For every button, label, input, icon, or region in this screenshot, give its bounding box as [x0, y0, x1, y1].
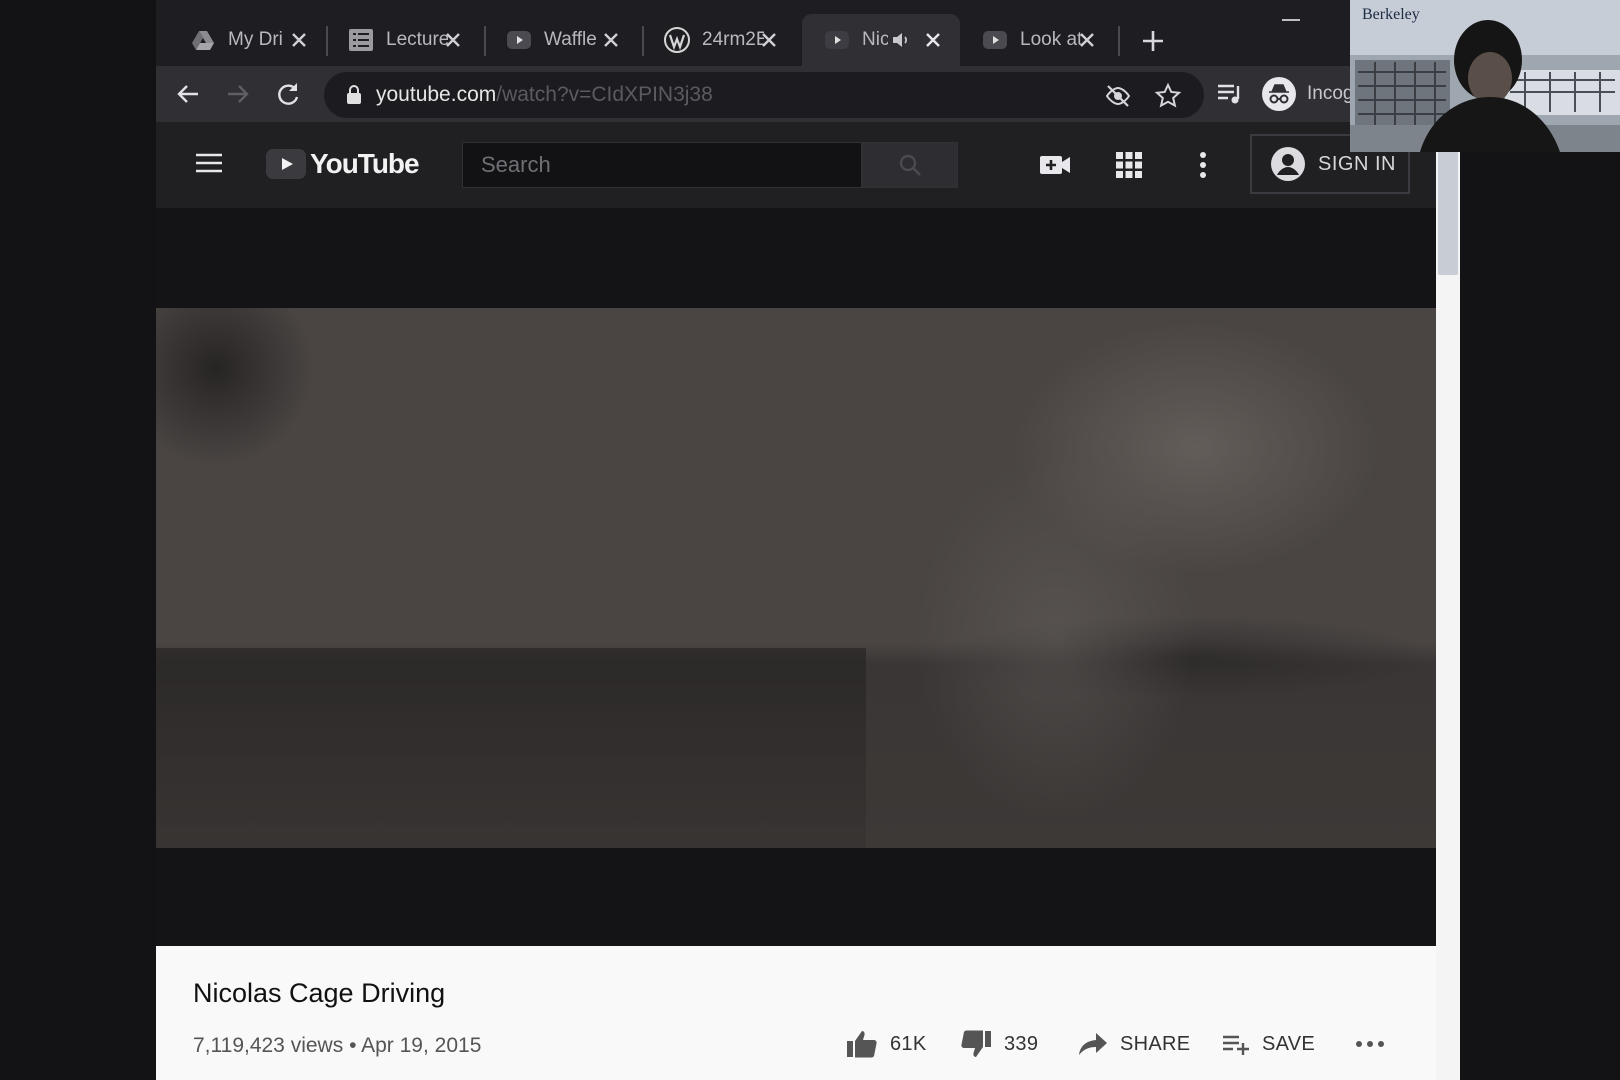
browser-toolbar: youtube.com/watch?v=CIdXPIN3j38 Incog: [156, 66, 1461, 122]
tab-nicolas-cage[interactable]: Nic: [802, 14, 960, 66]
search-input[interactable]: [462, 142, 862, 188]
tab-label: My Dri: [228, 29, 283, 50]
tab-label: 24rm2E: [702, 29, 764, 50]
scrollbar-thumb[interactable]: [1438, 150, 1458, 275]
incognito-icon: [1262, 77, 1296, 111]
share-label: SHARE: [1120, 1032, 1191, 1055]
more-actions-button[interactable]: [1354, 1024, 1386, 1064]
tab-label: Look at: [1020, 29, 1082, 50]
create-video-icon[interactable]: [1038, 148, 1072, 182]
share-icon: [1079, 1033, 1107, 1055]
like-button[interactable]: 61K: [846, 1024, 927, 1064]
url-text[interactable]: youtube.com/watch?v=CIdXPIN3j38: [376, 83, 713, 107]
webcam-logo-text: Berkeley: [1362, 6, 1420, 23]
new-tab-icon[interactable]: [1136, 24, 1170, 58]
close-icon[interactable]: [920, 27, 946, 53]
close-icon[interactable]: [440, 27, 466, 53]
incognito-indicator[interactable]: Incog: [1261, 74, 1353, 114]
close-icon[interactable]: [286, 27, 312, 53]
youtube-logo[interactable]: YouTube: [266, 146, 420, 182]
youtube-icon: [824, 27, 850, 53]
lock-icon[interactable]: [346, 85, 362, 105]
share-button[interactable]: SHARE: [1078, 1024, 1190, 1064]
star-icon[interactable]: [1154, 82, 1182, 110]
browser-window: My Dri Lecture Waffle 24rm2E Nic Look at…: [156, 0, 1461, 1080]
speaker-icon[interactable]: [890, 29, 912, 51]
tab-strip: My Dri Lecture Waffle 24rm2E Nic Look at: [156, 0, 1461, 70]
back-icon[interactable]: [172, 78, 204, 110]
tab-look-at[interactable]: Look at: [960, 14, 1114, 66]
save-label: SAVE: [1262, 1032, 1316, 1055]
account-icon: [1271, 147, 1305, 181]
dislike-count: 339: [1004, 1032, 1039, 1055]
forward-icon[interactable]: [222, 78, 254, 110]
url-path: /watch?v=CIdXPIN3j38: [496, 83, 713, 106]
wordpress-icon: [664, 27, 690, 53]
playlist-add-icon: [1223, 1035, 1249, 1055]
like-count: 61K: [890, 1032, 927, 1055]
tab-lecture[interactable]: Lecture: [326, 14, 480, 66]
tab-waffle[interactable]: Waffle: [484, 14, 638, 66]
url-host: youtube.com: [376, 83, 497, 106]
more-vertical-icon[interactable]: [1186, 148, 1220, 182]
close-icon[interactable]: [1074, 27, 1100, 53]
close-icon[interactable]: [756, 27, 782, 53]
video-frame[interactable]: [156, 308, 1436, 848]
minimize-icon[interactable]: [1276, 14, 1306, 26]
upload-date: Apr 19, 2015: [361, 1034, 482, 1057]
search-button[interactable]: [862, 142, 958, 188]
list-icon: [348, 27, 374, 53]
thumbs-up-icon: [847, 1031, 877, 1058]
separator-dot: •: [349, 1034, 357, 1057]
video-title: Nicolas Cage Driving: [193, 978, 446, 1008]
more-horizontal-icon: [1356, 1041, 1384, 1047]
dislike-button[interactable]: 339: [960, 1024, 1038, 1064]
youtube-icon: [506, 27, 532, 53]
apps-grid-icon[interactable]: [1112, 148, 1146, 182]
view-count: 7,119,423 views: [193, 1034, 344, 1057]
tab-label: Lecture: [386, 29, 448, 50]
incognito-label: Incog: [1307, 83, 1354, 104]
media-queue-icon[interactable]: [1214, 78, 1246, 110]
view-count-date: 7,119,423 views • Apr 19, 2015: [193, 1034, 481, 1058]
webcam-overlay: Berkeley: [1350, 0, 1620, 152]
save-button[interactable]: SAVE: [1222, 1024, 1315, 1064]
youtube-logo-text: YouTube: [310, 148, 420, 179]
youtube-icon: [982, 27, 1008, 53]
tab-separator: [1118, 26, 1120, 56]
video-info: Nicolas Cage Driving 7,119,423 views • A…: [156, 946, 1436, 1080]
tab-my-drive[interactable]: My Dri: [168, 14, 326, 66]
drive-icon: [190, 27, 216, 53]
hamburger-menu-icon[interactable]: [194, 148, 224, 178]
tab-label: Waffle: [544, 29, 597, 50]
thumbs-down-icon: [961, 1030, 991, 1057]
close-icon[interactable]: [598, 27, 624, 53]
video-shadow: [156, 648, 866, 848]
video-player[interactable]: [156, 208, 1436, 946]
sign-in-label: SIGN IN: [1318, 152, 1396, 175]
youtube-header: YouTube SIGN IN: [156, 122, 1436, 208]
tab-wordpress[interactable]: 24rm2E: [642, 14, 796, 66]
search-icon: [899, 154, 921, 176]
tab-label: Nic: [862, 29, 888, 50]
address-bar[interactable]: youtube.com/watch?v=CIdXPIN3j38: [324, 72, 1204, 118]
reload-icon[interactable]: [272, 78, 304, 110]
youtube-play-icon: [266, 149, 306, 179]
eye-off-icon[interactable]: [1104, 82, 1132, 110]
page-scrollbar[interactable]: [1436, 150, 1460, 1080]
